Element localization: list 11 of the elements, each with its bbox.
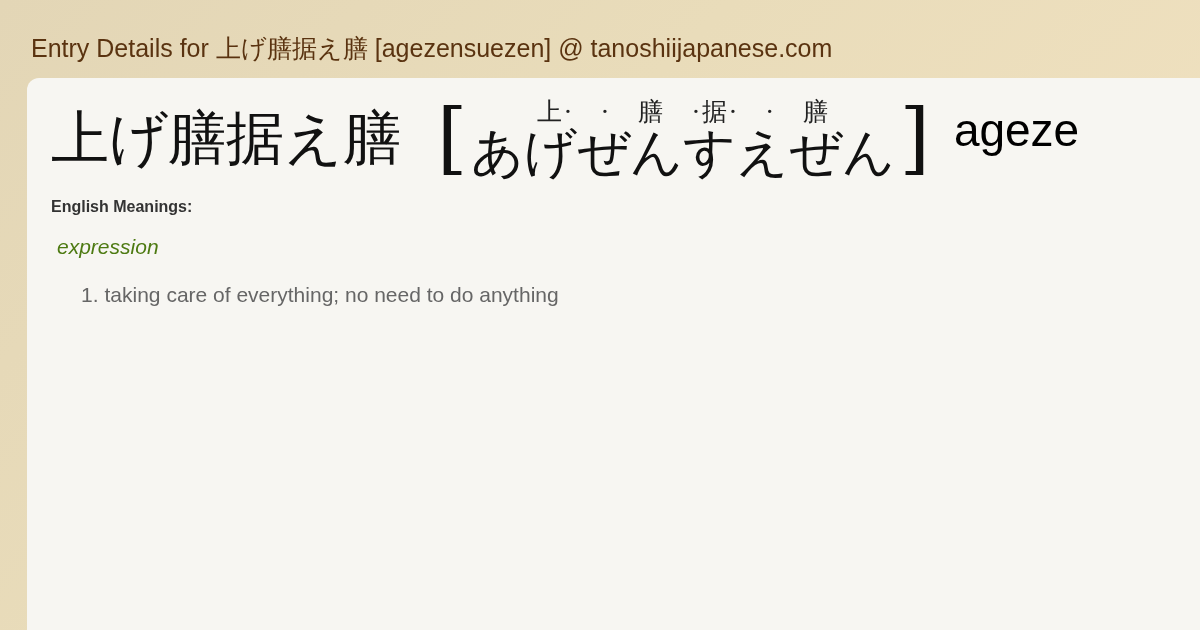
entry-romaji: ageze — [953, 103, 1080, 158]
furigana: 上· · 膳 ·据· · 膳 — [537, 98, 830, 124]
bracket: [ — [437, 99, 468, 181]
part-of-speech: expression — [57, 234, 160, 260]
section-label: English Meanings: — [51, 197, 194, 217]
meaning-text: taking care of everything; no need to do anything — [104, 281, 559, 308]
page-title: Entry Details for 上げ膳据え膳 [agezensuezen] @ tanoshiijapanese.com — [30, 33, 834, 64]
list-number: 1. — [81, 281, 99, 308]
bracket: ] — [899, 99, 930, 181]
entry-kanji: 上げ膳据え膳 — [51, 109, 401, 174]
entry-reading: あげぜんすえぜん — [471, 123, 896, 181]
